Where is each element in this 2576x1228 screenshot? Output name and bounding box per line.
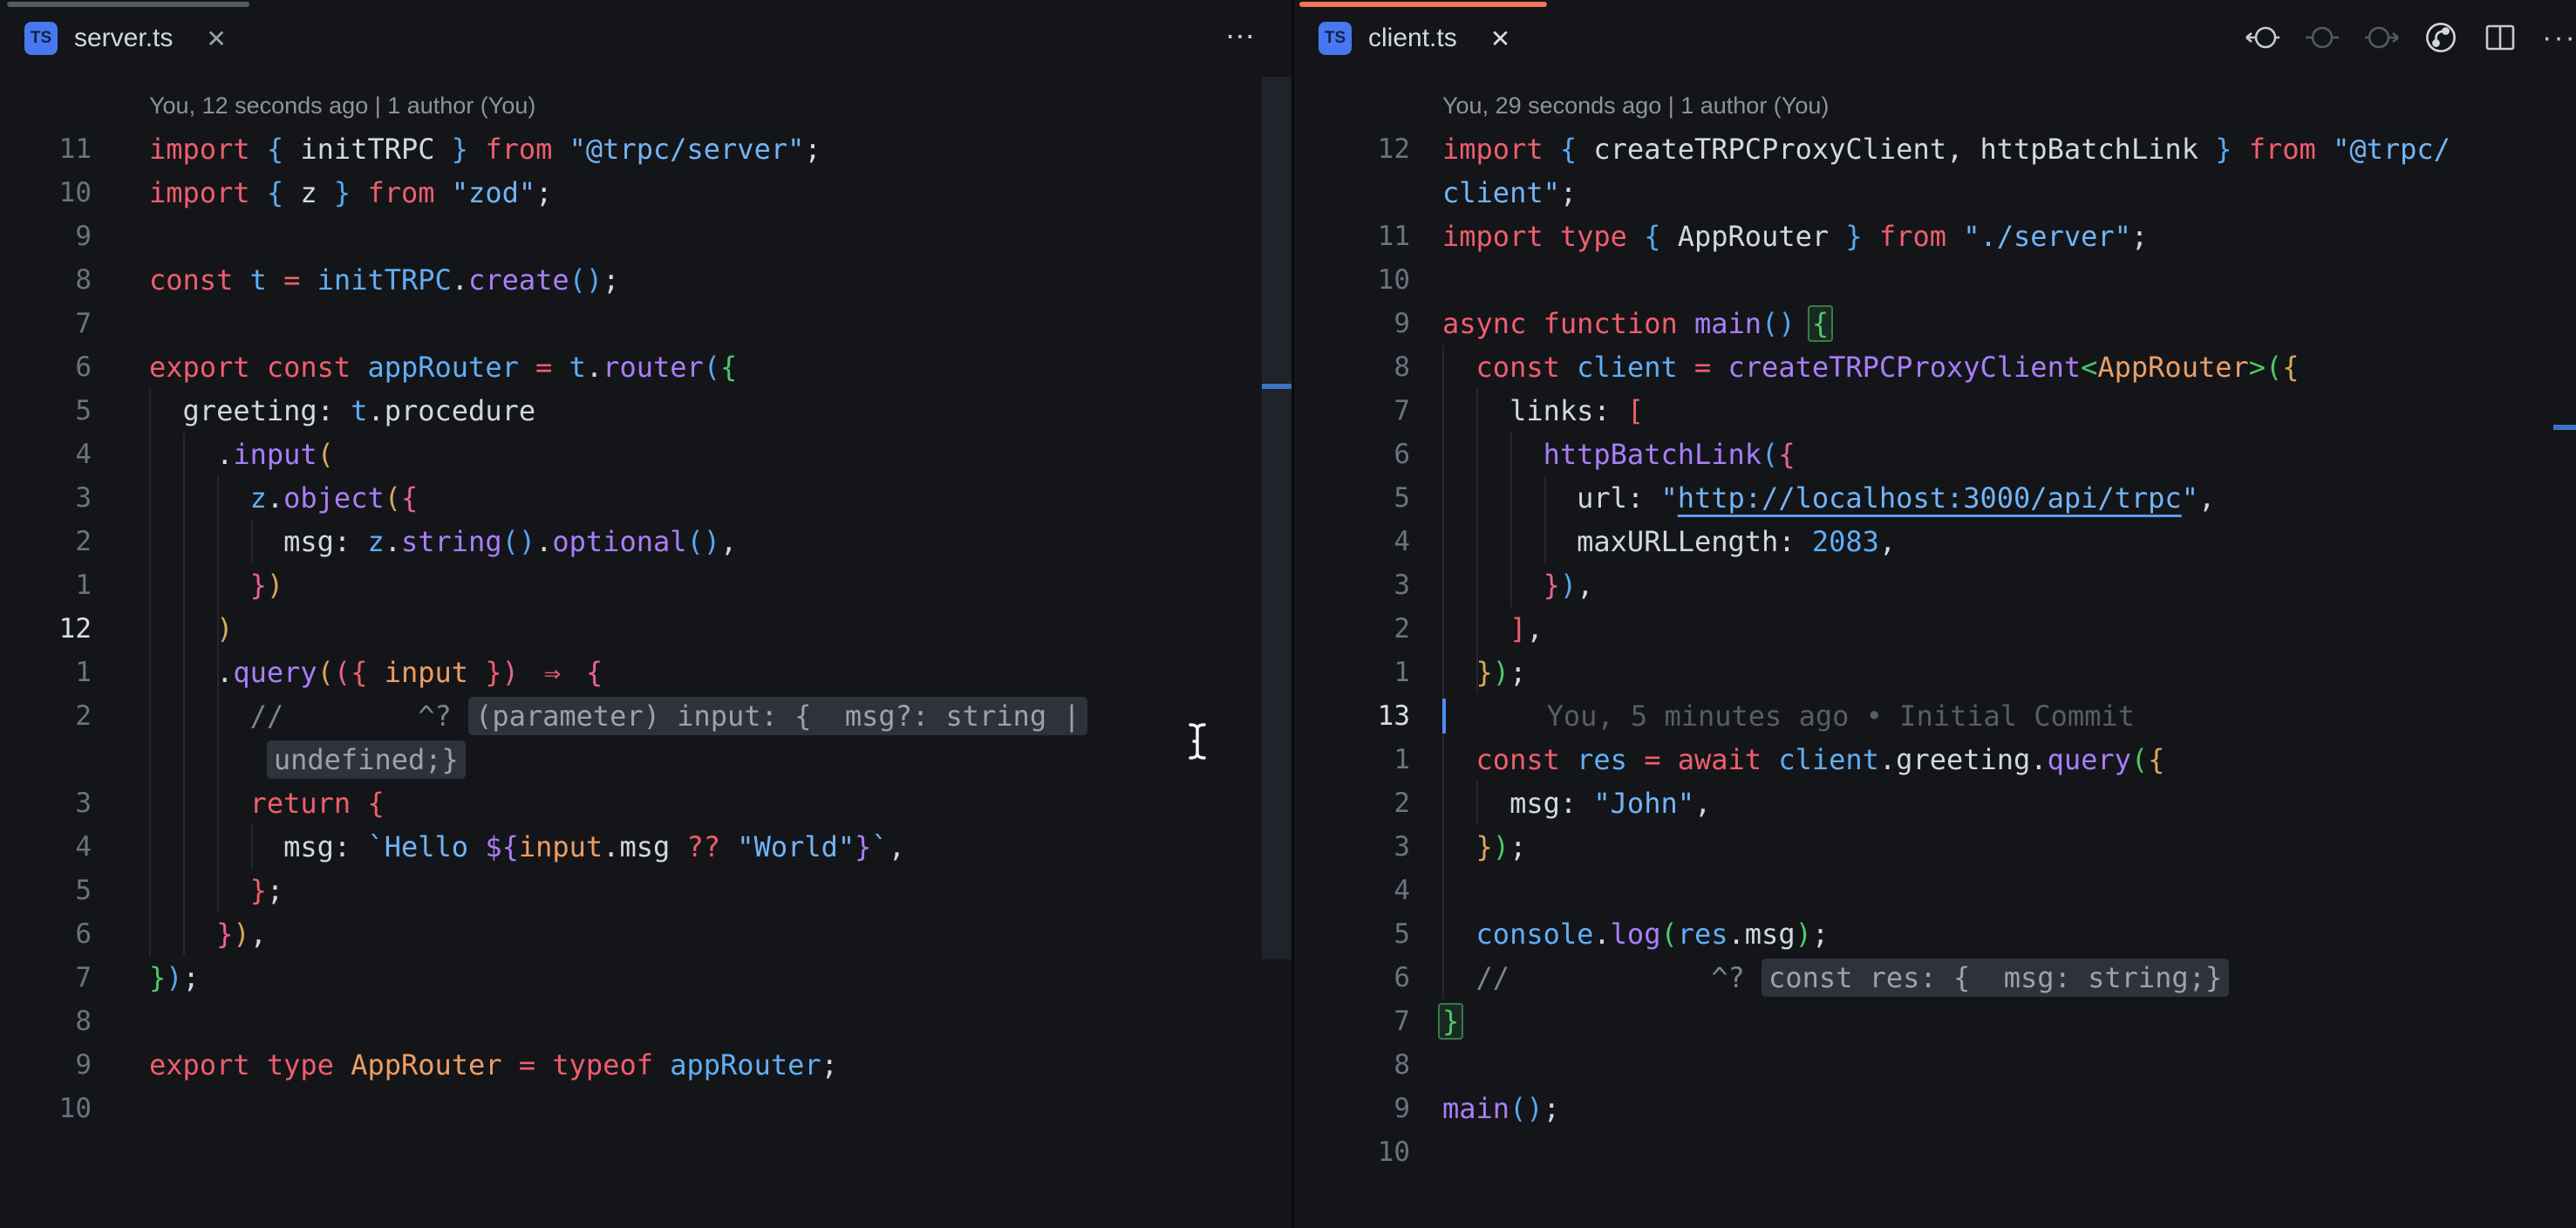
code-line[interactable]: const t = initTRPC.create(); (149, 258, 619, 302)
line-number: 4 (0, 433, 92, 476)
line-number: 8 (0, 999, 92, 1043)
active-line-number: 12 (0, 607, 92, 651)
line-number: 3 (1299, 563, 1410, 607)
line-number: 1 (1299, 738, 1410, 781)
line-number: 11 (1299, 215, 1410, 258)
code-line[interactable]: msg: `Hello ${input.msg ?? "World"}`, (149, 825, 905, 869)
editor-group-sash[interactable] (1291, 0, 1294, 1228)
left-editor-scrollbar[interactable] (1262, 77, 1293, 959)
code-line[interactable]: } (1442, 999, 1459, 1043)
mouse-text-cursor (1179, 719, 1217, 764)
line-number: 3 (1299, 825, 1410, 869)
code-line[interactable]: const client = createTRPCProxyClient<App… (1442, 345, 2300, 389)
code-line[interactable]: // ^? (parameter) input: { msg?: string … (149, 694, 1087, 738)
line-number: 9 (1299, 1087, 1410, 1130)
overview-ruler-mark (1262, 384, 1293, 389)
code-line[interactable]: }); (149, 956, 200, 999)
line-number: 1 (0, 563, 92, 607)
code-line[interactable]: }); (1442, 825, 1526, 869)
line-number: 7 (1299, 389, 1410, 433)
code-line[interactable]: client"; (1442, 171, 1577, 215)
code-line[interactable]: console.log(res.msg); (1442, 912, 1829, 956)
line-number: 5 (0, 869, 92, 912)
line-number: 8 (1299, 1043, 1410, 1087)
code-line[interactable]: links: [ (1442, 389, 1644, 433)
code-line[interactable]: }; (149, 869, 283, 912)
code-line[interactable]: import { createTRPCProxyClient, httpBatc… (1442, 127, 2450, 171)
git-codelens[interactable]: You, 29 seconds ago | 1 author (You) (1442, 84, 1829, 127)
editor-pane-server[interactable]: You, 12 seconds ago | 1 author (You)11im… (0, 0, 1262, 1228)
code-line[interactable]: }), (1442, 563, 1593, 607)
code-line[interactable]: msg: z.string().optional(), (149, 520, 737, 563)
code-line[interactable]: ) (149, 607, 233, 651)
code-line[interactable]: ], (1442, 607, 1544, 651)
editor-pane-client[interactable]: You, 29 seconds ago | 1 author (You)12im… (1299, 0, 2576, 1228)
code-line[interactable]: You, 5 minutes ago • Initial Commit (1442, 694, 2135, 738)
line-number: 10 (0, 1087, 92, 1130)
code-line[interactable]: import { initTRPC } from "@trpc/server"; (149, 127, 821, 171)
vscode-window: TS server.ts ✕ ⋯ TS client.ts ✕ (0, 0, 2576, 1228)
code-line[interactable]: const res = await client.greeting.query(… (1442, 738, 2164, 781)
line-number: 10 (0, 171, 92, 215)
line-number: 3 (0, 476, 92, 520)
code-line[interactable]: httpBatchLink({ (1442, 433, 1796, 476)
active-line-number: 13 (1299, 694, 1410, 738)
line-number: 9 (0, 1043, 92, 1087)
line-number: 9 (1299, 302, 1410, 345)
line-number: 6 (0, 912, 92, 956)
code-line[interactable]: import type { AppRouter } from "./server… (1442, 215, 2148, 258)
code-line[interactable]: .input( (149, 433, 334, 476)
line-number: 11 (0, 127, 92, 171)
git-codelens[interactable]: You, 12 seconds ago | 1 author (You) (149, 84, 535, 127)
inline-type-hint: (parameter) input: { msg?: string | (468, 697, 1087, 735)
line-number: 1 (0, 651, 92, 694)
line-number: 2 (1299, 607, 1410, 651)
line-number: 2 (1299, 781, 1410, 825)
line-number: 6 (0, 345, 92, 389)
line-number: 4 (0, 825, 92, 869)
line-number: 7 (1299, 999, 1410, 1043)
code-line[interactable]: msg: "John", (1442, 781, 1711, 825)
code-line[interactable]: import { z } from "zod"; (149, 171, 552, 215)
line-number: 1 (1299, 651, 1410, 694)
line-number: 7 (0, 302, 92, 345)
code-line[interactable]: url: "http://localhost:3000/api/trpc", (1442, 476, 2215, 520)
code-line[interactable]: export type AppRouter = typeof appRouter… (149, 1043, 838, 1087)
code-line[interactable]: .query(({ input }) ⇒ { (149, 651, 603, 694)
code-line[interactable]: main(); (1442, 1087, 1560, 1130)
code-line[interactable]: }); (1442, 651, 1526, 694)
line-number: 2 (0, 694, 92, 738)
code-line[interactable]: // ^? const res: { msg: string;} (1442, 956, 2229, 999)
inline-blame: You, 5 minutes ago • Initial Commit (1547, 699, 2135, 733)
inline-type-hint: const res: { msg: string;} (1762, 959, 2229, 997)
code-line[interactable]: undefined;} (149, 738, 466, 781)
line-number: 6 (1299, 433, 1410, 476)
code-line[interactable]: export const appRouter = t.router({ (149, 345, 737, 389)
line-number: 8 (1299, 345, 1410, 389)
line-number: 8 (0, 258, 92, 302)
line-number: 10 (1299, 1130, 1410, 1174)
code-line[interactable]: maxURLLength: 2083, (1442, 520, 1896, 563)
line-number: 5 (0, 389, 92, 433)
inline-type-hint: undefined;} (267, 740, 466, 779)
overview-ruler-mark (2553, 425, 2576, 430)
line-number: 2 (0, 520, 92, 563)
line-number: 12 (1299, 127, 1410, 171)
line-number: 3 (0, 781, 92, 825)
line-number: 6 (1299, 956, 1410, 999)
line-number: 4 (1299, 869, 1410, 912)
code-line[interactable]: return { (149, 781, 385, 825)
line-number: 9 (0, 215, 92, 258)
line-number: 5 (1299, 912, 1410, 956)
code-line[interactable]: z.object({ (149, 476, 418, 520)
line-number: 4 (1299, 520, 1410, 563)
code-line[interactable]: }) (149, 563, 283, 607)
code-line[interactable]: async function main() { (1442, 302, 1829, 345)
code-line[interactable]: greeting: t.procedure (149, 389, 535, 433)
code-line[interactable]: }), (149, 912, 267, 956)
line-number: 7 (0, 956, 92, 999)
line-number: 10 (1299, 258, 1410, 302)
line-number: 5 (1299, 476, 1410, 520)
